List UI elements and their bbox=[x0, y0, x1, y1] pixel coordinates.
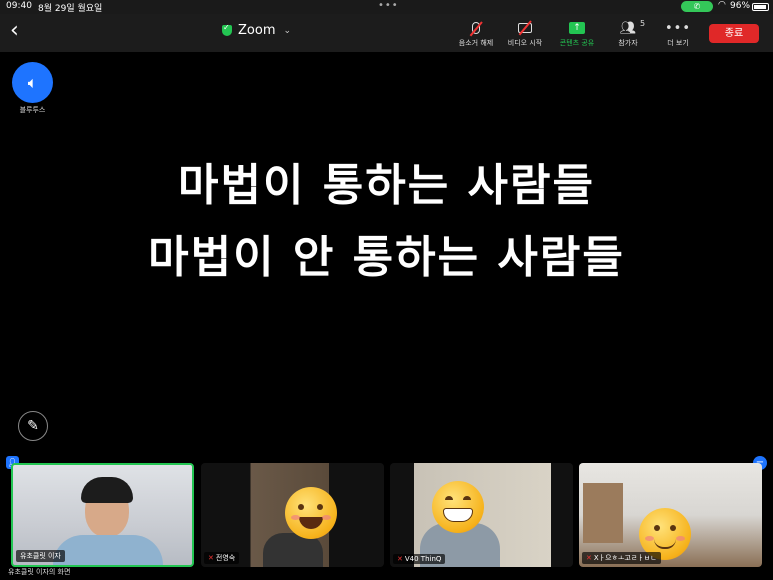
shared-screen-content: 마법이 통하는 사람들 마법이 안 통하는 사람들 bbox=[0, 150, 773, 294]
participants-count: 5 bbox=[640, 19, 646, 28]
participant-name-tag: ✕ Xㅏ으ㅎㅗ고ㄹㅏㅂㄴ bbox=[582, 552, 661, 564]
share-screen-icon: ↑ bbox=[569, 22, 585, 34]
audio-output-label: 블루투스 bbox=[19, 106, 46, 114]
participant-video-2[interactable]: ✕ 전영숙 bbox=[201, 463, 384, 567]
chevron-down-icon: ⌄ bbox=[283, 25, 292, 36]
meeting-title-text: Zoom bbox=[238, 23, 276, 38]
shared-text-line-1: 마법이 통하는 사람들 bbox=[178, 160, 595, 211]
status-date: 8월 29일 월요일 bbox=[38, 4, 103, 14]
more-icon: ••• bbox=[664, 20, 691, 36]
status-bar: 09:40 8월 29일 월요일 ••• ✆ ◠ 96% bbox=[0, 0, 773, 14]
more-button[interactable]: ••• 더 보기 bbox=[650, 18, 706, 48]
start-video-label: 비디오 시작 bbox=[507, 39, 543, 47]
share-content-button[interactable]: ↑ 콘텐츠 공유 bbox=[549, 18, 605, 48]
audio-output-button[interactable]: 🔈︎ bbox=[12, 62, 53, 103]
annotate-button[interactable]: ✎ bbox=[18, 411, 48, 441]
pencil-icon: ✎ bbox=[27, 418, 39, 434]
start-video-button[interactable]: 비디오 시작 bbox=[497, 18, 553, 48]
participants-icon: 👥︎ bbox=[619, 20, 637, 36]
multitask-dots-icon[interactable]: ••• bbox=[378, 0, 399, 11]
mic-off-icon: ✕ bbox=[586, 554, 592, 562]
back-button[interactable]: ‹ bbox=[10, 19, 19, 43]
unmute-label: 음소거 해제 bbox=[458, 39, 494, 47]
participant-video-3[interactable]: ✕ V40 ThinQ bbox=[390, 463, 573, 567]
participant-name-tag: ✕ V40 ThinQ bbox=[393, 554, 446, 564]
meeting-title[interactable]: Zoom ⌄ bbox=[222, 23, 291, 38]
battery-percent: 96% bbox=[730, 1, 751, 11]
bluetooth-speaker-icon: 🔈︎ bbox=[27, 72, 38, 92]
more-label: 더 보기 bbox=[667, 39, 689, 47]
wifi-icon: ◠ bbox=[718, 0, 726, 10]
share-content-label: 콘텐츠 공유 bbox=[559, 39, 595, 47]
chevron-left-icon: ‹ bbox=[10, 18, 19, 43]
mic-off-icon: ✕ bbox=[208, 554, 214, 562]
end-meeting-button[interactable]: 종료 bbox=[709, 24, 759, 43]
face-emoji-icon bbox=[285, 487, 337, 539]
shared-text-line-2: 마법이 안 통하는 사람들 bbox=[148, 232, 625, 283]
participants-button[interactable]: 👥︎ 참가자 bbox=[600, 18, 656, 48]
mic-off-icon: ✕ bbox=[397, 555, 403, 563]
mic-off-icon bbox=[469, 21, 483, 37]
meeting-toolbar: ‹ Zoom ⌄ 음소거 해제 비디오 시작 ↑ 콘텐츠 공유 👥︎ 참가자 5… bbox=[0, 14, 773, 52]
participant-video-1[interactable]: 유초클릿 이자 bbox=[11, 463, 194, 567]
participant-name-tag: ✕ 전영숙 bbox=[204, 552, 240, 564]
participant-name-tag: 유초클릿 이자 bbox=[16, 550, 65, 562]
grin-emoji-icon bbox=[432, 481, 484, 533]
camera-off-icon bbox=[518, 20, 532, 36]
participants-label: 참가자 bbox=[618, 39, 638, 47]
screen-share-label: 유초클릿 이자의 화면 bbox=[8, 568, 71, 576]
battery-icon bbox=[752, 3, 769, 11]
status-time: 09:40 bbox=[6, 1, 32, 11]
unmute-button[interactable]: 음소거 해제 bbox=[448, 18, 504, 48]
participant-video-4[interactable]: ✕ Xㅏ으ㅎㅗ고ㄹㅏㅂㄴ bbox=[579, 463, 762, 567]
shield-icon bbox=[222, 23, 232, 36]
phone-call-icon[interactable]: ✆ bbox=[681, 1, 713, 12]
